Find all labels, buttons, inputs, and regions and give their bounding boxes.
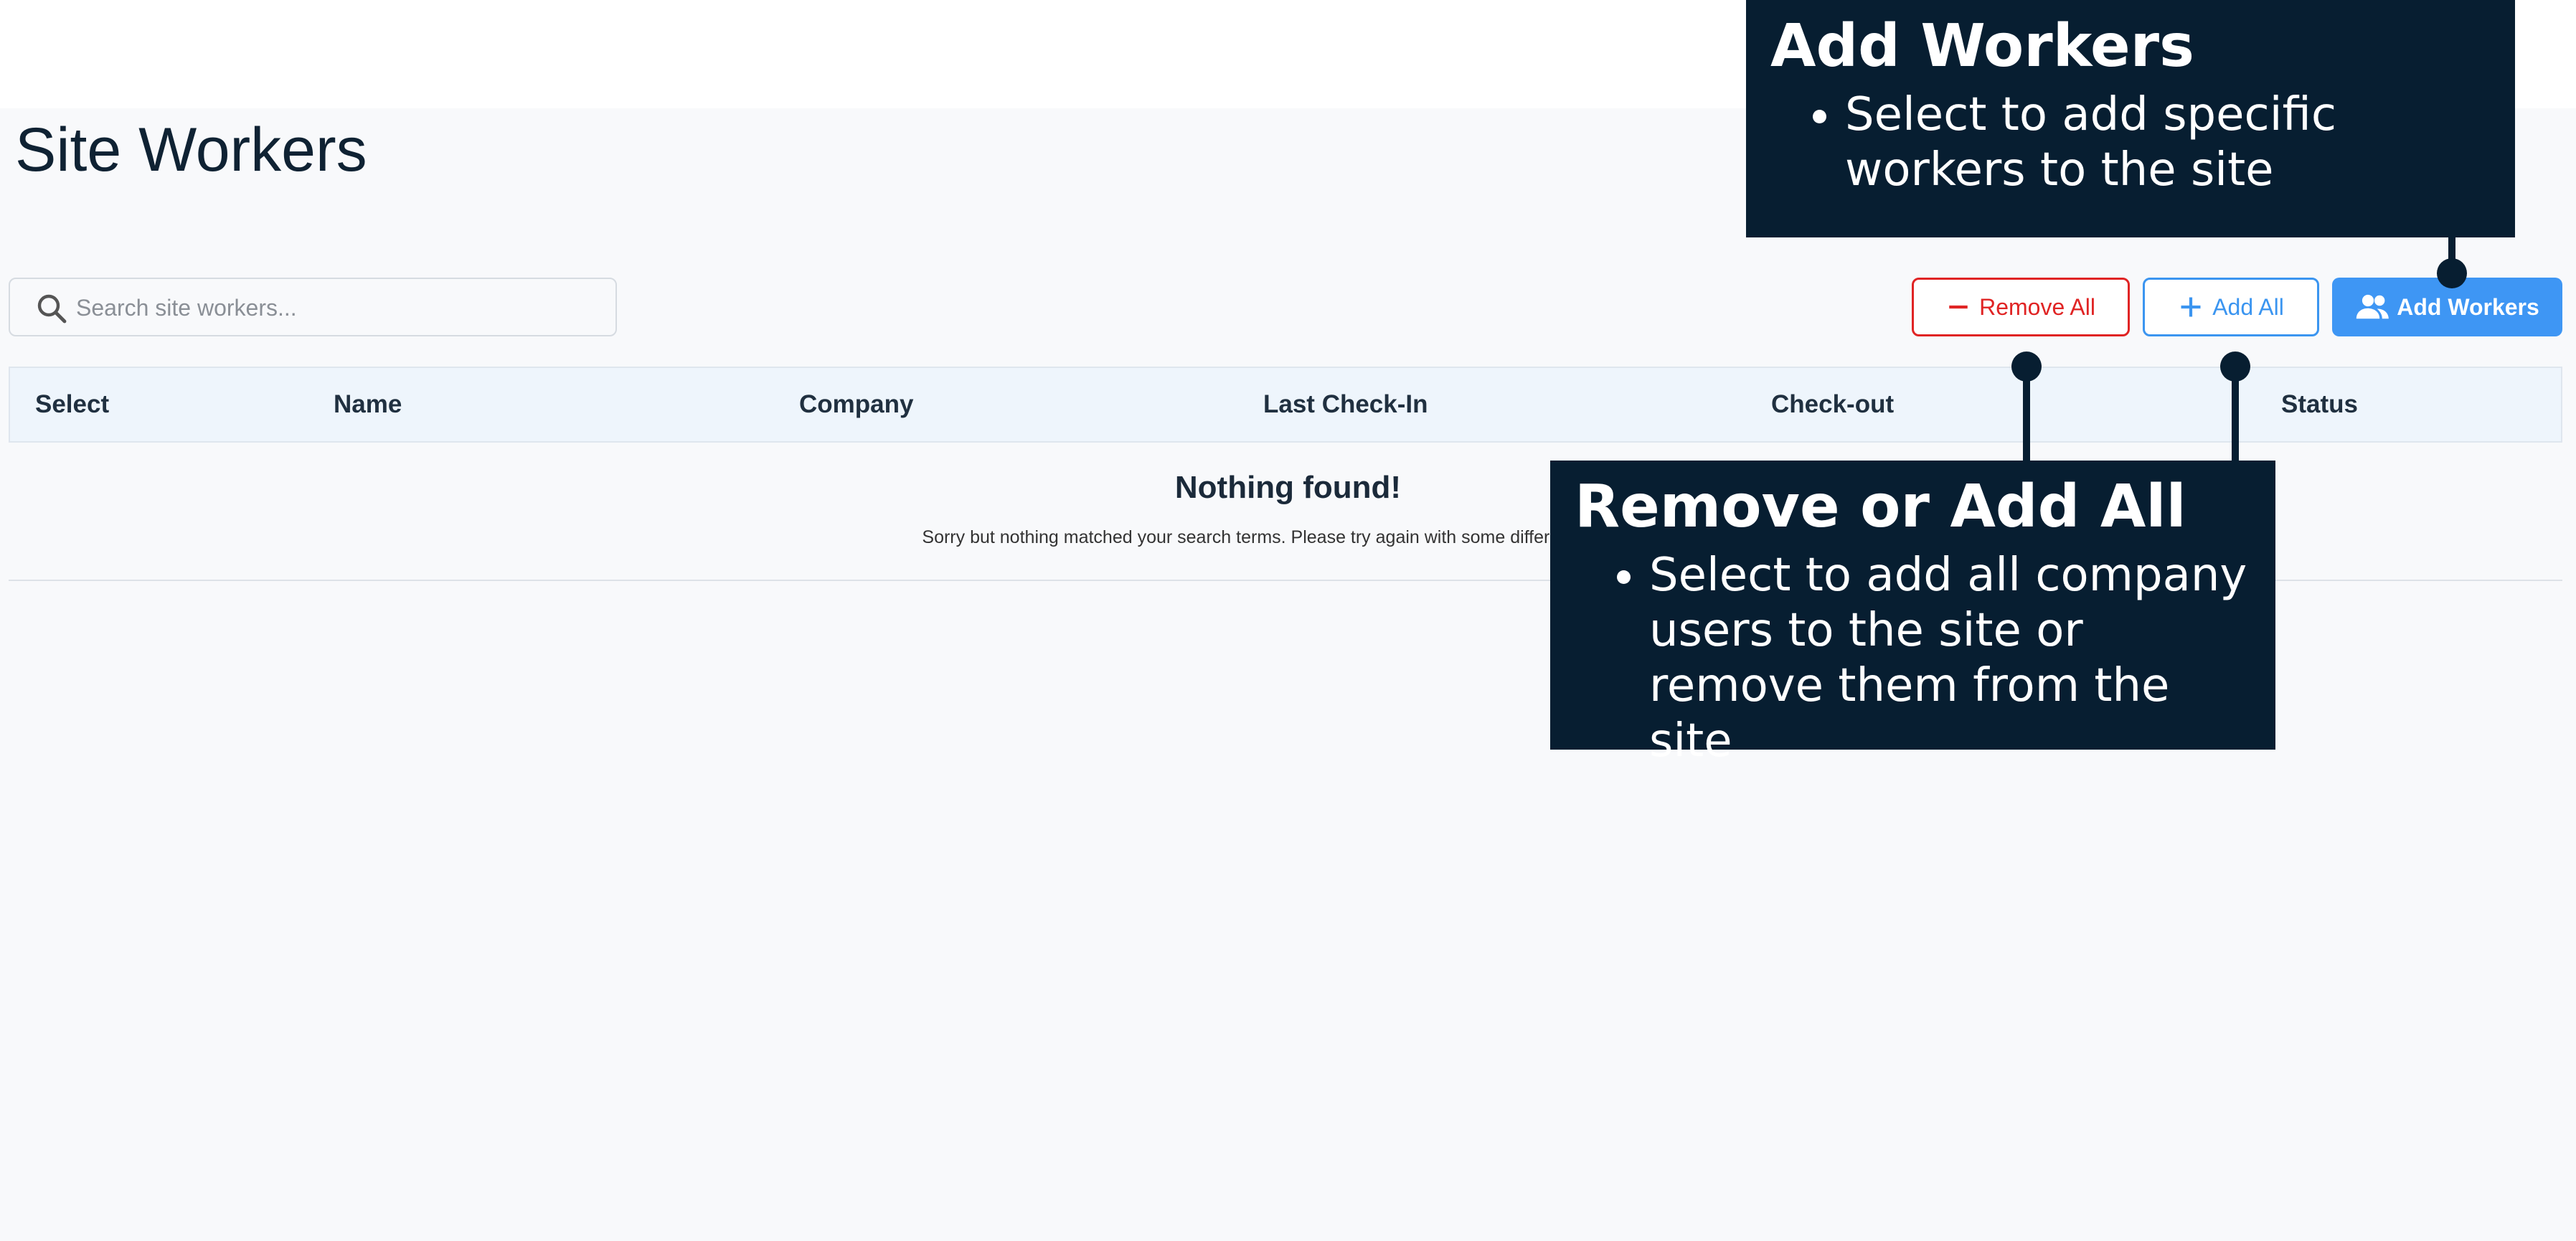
remove-all-label: Remove All (1979, 293, 2095, 320)
callout-dot-add-all (2220, 351, 2250, 382)
add-workers-label: Add Workers (2397, 293, 2539, 320)
search-icon (37, 294, 67, 324)
callout-add-workers-bullet: Select to add specific workers to the si… (1845, 88, 2491, 198)
column-header-select[interactable]: Select (35, 368, 109, 441)
column-header-name[interactable]: Name (334, 368, 402, 441)
callout-remove-or-add-all-list: Select to add all company users to the s… (1575, 548, 2251, 768)
minus-icon (1949, 305, 1968, 309)
group-add-icon (2356, 294, 2389, 319)
search-box[interactable] (9, 278, 617, 336)
callout-add-workers-title: Add Workers (1770, 12, 2194, 80)
callout-remove-or-add-all-bullet: Select to add all company users to the s… (1649, 548, 2251, 768)
callout-dot-add-workers (2437, 258, 2467, 288)
table-header: Select Name Company Last Check-In Check-… (9, 367, 2562, 443)
callout-add-workers: Add Workers Select to add specific worke… (1746, 0, 2515, 237)
column-header-last-check-in[interactable]: Last Check-In (1263, 368, 1428, 441)
add-all-button[interactable]: Add All (2143, 278, 2319, 336)
callout-dot-remove-all (2011, 351, 2042, 382)
add-all-label: Add All (2212, 293, 2284, 320)
page-title: Site Workers (15, 115, 367, 184)
column-header-check-out[interactable]: Check-out (1771, 368, 1894, 441)
callout-add-workers-list: Select to add specific workers to the si… (1770, 88, 2491, 198)
remove-all-button[interactable]: Remove All (1912, 278, 2130, 336)
column-header-status[interactable]: Status (2281, 368, 2358, 441)
column-header-company[interactable]: Company (799, 368, 913, 441)
callout-remove-or-add-all-title: Remove or Add All (1575, 473, 2186, 541)
callout-remove-or-add-all: Remove or Add All Select to add all comp… (1550, 461, 2275, 768)
plus-icon (2181, 297, 2201, 317)
search-input[interactable] (75, 279, 608, 336)
